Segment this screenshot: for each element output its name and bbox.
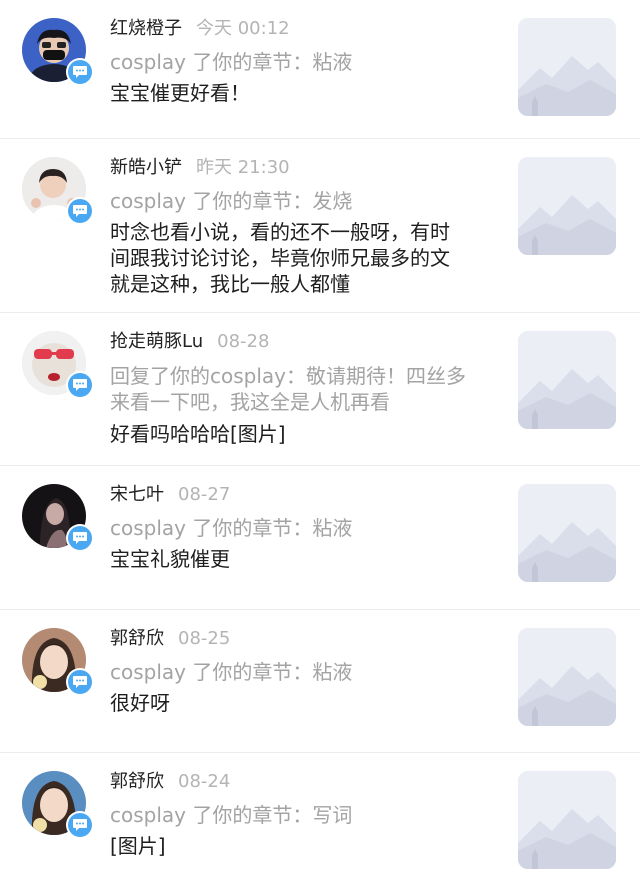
context-text: cosplay 了你的章节：粘液 [110, 660, 353, 684]
context-text: 回复了你的cosplay：敬请期待！四丝多 来看一下吧，我这全是人机再看 [110, 363, 490, 415]
timestamp: 08-25 [178, 628, 231, 649]
comment-bubble-icon [68, 60, 92, 84]
avatar-container[interactable] [22, 331, 94, 399]
comment-bubble-icon [68, 670, 92, 694]
avatar-container[interactable] [22, 771, 94, 839]
comment-badge [66, 811, 94, 839]
notification-item[interactable]: 宋七叶 08-27 cosplay 了你的章节：粘液 宝宝礼貌催更 [0, 466, 640, 610]
meta-line: 红烧橙子 今天 00:12 [110, 14, 490, 44]
timestamp: 今天 00:12 [196, 18, 290, 39]
comment-badge [66, 197, 94, 225]
notification-body: 抢走萌豚Lu 08-28 回复了你的cosplay：敬请期待！四丝多 来看一下吧，… [110, 327, 490, 447]
comment-text: 好看吗哈哈哈[图片] [110, 422, 286, 446]
notification-list: 红烧橙子 今天 00:12 cosplay 了你的章节：粘液 宝宝催更好看！ 新… [0, 0, 640, 883]
avatar-container[interactable] [22, 628, 94, 696]
timestamp: 08-27 [178, 484, 231, 505]
meta-line: 郭舒欣 08-24 [110, 767, 490, 797]
notification-item[interactable]: 抢走萌豚Lu 08-28 回复了你的cosplay：敬请期待！四丝多 来看一下吧，… [0, 313, 640, 466]
chapter-thumbnail[interactable] [518, 484, 616, 582]
comment-text: 时念也看小说，看的还不一般呀，有时 间跟我讨论讨论，毕竟你师兄最多的文 就是这种… [110, 219, 490, 297]
notification-item[interactable]: 郭舒欣 08-24 cosplay 了你的章节：写词 [图片] [0, 753, 640, 883]
username[interactable]: 宋七叶 [110, 484, 164, 505]
timestamp: 08-28 [217, 331, 270, 352]
context-line: 来看一下吧，我这全是人机再看 [110, 390, 390, 414]
comment-text: 宝宝礼貌催更 [110, 547, 230, 571]
meta-line: 新皓小铲 昨天 21:30 [110, 153, 490, 183]
comment-line: 间跟我讨论讨论，毕竟你师兄最多的文 [110, 246, 450, 270]
context-text: cosplay 了你的章节：粘液 [110, 516, 353, 540]
context-text: cosplay 了你的章节：发烧 [110, 189, 353, 213]
meta-line: 郭舒欣 08-25 [110, 624, 490, 654]
chapter-thumbnail[interactable] [518, 18, 616, 116]
chapter-thumbnail[interactable] [518, 157, 616, 255]
username[interactable]: 郭舒欣 [110, 771, 164, 792]
comment-line: 就是这种，我比一般人都懂 [110, 272, 350, 296]
username[interactable]: 郭舒欣 [110, 628, 164, 649]
notification-body: 郭舒欣 08-24 cosplay 了你的章节：写词 [图片] [110, 767, 490, 859]
timestamp: 08-24 [178, 771, 231, 792]
context-text: cosplay 了你的章节：写词 [110, 803, 353, 827]
mountain-moon-placeholder-icon [518, 331, 616, 429]
meta-line: 宋七叶 08-27 [110, 480, 490, 510]
comment-badge [66, 58, 94, 86]
mountain-moon-placeholder-icon [518, 157, 616, 255]
comment-badge [66, 668, 94, 696]
username[interactable]: 红烧橙子 [110, 18, 182, 39]
context-line: 回复了你的cosplay：敬请期待！四丝多 [110, 364, 466, 388]
mountain-moon-placeholder-icon [518, 771, 616, 869]
notification-body: 红烧橙子 今天 00:12 cosplay 了你的章节：粘液 宝宝催更好看！ [110, 14, 490, 106]
avatar-container[interactable] [22, 18, 94, 86]
notification-body: 宋七叶 08-27 cosplay 了你的章节：粘液 宝宝礼貌催更 [110, 480, 490, 572]
comment-bubble-icon [68, 373, 92, 397]
chapter-thumbnail[interactable] [518, 771, 616, 869]
avatar-container[interactable] [22, 157, 94, 225]
comment-badge [66, 524, 94, 552]
context-text: cosplay 了你的章节：粘液 [110, 50, 353, 74]
comment-bubble-icon [68, 199, 92, 223]
chapter-thumbnail[interactable] [518, 628, 616, 726]
mountain-moon-placeholder-icon [518, 484, 616, 582]
notification-body: 新皓小铲 昨天 21:30 cosplay 了你的章节：发烧 时念也看小说，看的还… [110, 153, 490, 297]
mountain-moon-placeholder-icon [518, 628, 616, 726]
comment-line: 时念也看小说，看的还不一般呀，有时 [110, 220, 450, 244]
meta-line: 抢走萌豚Lu 08-28 [110, 327, 490, 357]
comment-text: 宝宝催更好看！ [110, 81, 250, 105]
notification-body: 郭舒欣 08-25 cosplay 了你的章节：粘液 很好呀 [110, 624, 490, 716]
comment-bubble-icon [68, 813, 92, 837]
avatar-container[interactable] [22, 484, 94, 552]
comment-badge [66, 371, 94, 399]
username[interactable]: 新皓小铲 [110, 157, 182, 178]
notification-item[interactable]: 红烧橙子 今天 00:12 cosplay 了你的章节：粘液 宝宝催更好看！ [0, 0, 640, 139]
mountain-moon-placeholder-icon [518, 18, 616, 116]
notification-item[interactable]: 新皓小铲 昨天 21:30 cosplay 了你的章节：发烧 时念也看小说，看的还… [0, 139, 640, 313]
comment-bubble-icon [68, 526, 92, 550]
timestamp: 昨天 21:30 [196, 157, 290, 178]
comment-text: [图片] [110, 834, 166, 858]
username[interactable]: 抢走萌豚Lu [110, 331, 203, 352]
comment-text: 很好呀 [110, 691, 170, 715]
notification-item[interactable]: 郭舒欣 08-25 cosplay 了你的章节：粘液 很好呀 [0, 610, 640, 753]
chapter-thumbnail[interactable] [518, 331, 616, 429]
